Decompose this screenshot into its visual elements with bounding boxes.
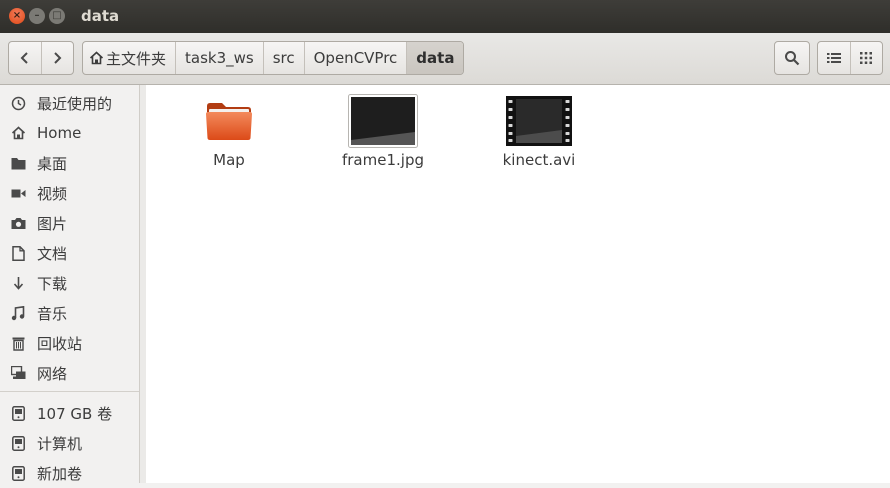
sidebar-item-label: 计算机 [37, 434, 83, 453]
sidebar-item-music[interactable]: 音乐 [0, 298, 139, 328]
camera-icon [10, 217, 26, 230]
breadcrumb-home[interactable]: 主文件夹 [83, 42, 175, 74]
sidebar-item-label: 音乐 [37, 304, 68, 323]
clock-icon [10, 96, 26, 111]
view-mode-switcher [817, 41, 883, 75]
sidebar-item-label: 最近使用的 [37, 94, 113, 113]
sidebar-item-label: 107 GB 卷 [37, 404, 113, 423]
list-icon [826, 53, 841, 63]
history-nav [8, 41, 74, 75]
sidebar: 最近使用的 Home 桌面 视频 图片 文档 下载 音乐 回收站 网络 107 … [0, 85, 140, 483]
sidebar-item-videos[interactable]: 视频 [0, 178, 139, 208]
search-button[interactable] [774, 41, 810, 75]
sidebar-item-new-volume[interactable]: 新加卷 [0, 458, 139, 488]
window-title: data [81, 7, 120, 25]
file-item-frame1-jpg[interactable]: frame1.jpg [323, 93, 443, 169]
chevron-right-icon [54, 52, 62, 64]
breadcrumb-label: data [416, 49, 455, 67]
sidebar-item-label: 桌面 [37, 154, 68, 173]
search-icon [785, 51, 800, 66]
breadcrumb-label: src [272, 49, 295, 67]
sidebar-item-label: 视频 [37, 184, 68, 203]
network-icon [10, 366, 26, 380]
folder-icon [169, 93, 289, 149]
document-icon [10, 245, 26, 261]
breadcrumb-label: task3_ws [185, 49, 254, 67]
maximize-window-button[interactable]: □ [49, 8, 65, 24]
breadcrumb-label: 主文件夹 [106, 49, 167, 68]
breadcrumb-opencvprc[interactable]: OpenCVPrc [303, 42, 407, 74]
file-name: kinect.avi [502, 151, 576, 169]
back-button[interactable] [9, 42, 41, 74]
sidebar-item-label: 图片 [37, 214, 68, 233]
sidebar-item-label: Home [37, 124, 82, 142]
file-name: Map [213, 151, 245, 169]
sidebar-divider [0, 391, 139, 392]
drive-icon [10, 465, 26, 481]
sidebar-item-trash[interactable]: 回收站 [0, 328, 139, 358]
toolbar: 主文件夹 task3_ws src OpenCVPrc data [0, 33, 890, 85]
sidebar-item-network[interactable]: 网络 [0, 358, 139, 388]
grid-view-button[interactable] [849, 42, 883, 74]
sidebar-item-label: 文档 [37, 244, 68, 263]
sidebar-item-pictures[interactable]: 图片 [0, 208, 139, 238]
breadcrumb-label: OpenCVPrc [313, 49, 398, 67]
chevron-left-icon [20, 52, 28, 64]
image-thumbnail-icon [323, 93, 443, 149]
sidebar-item-desktop[interactable]: 桌面 [0, 148, 139, 178]
music-icon [10, 305, 26, 321]
home-icon [89, 51, 104, 65]
sidebar-item-computer[interactable]: 计算机 [0, 428, 139, 458]
close-window-button[interactable]: × [9, 8, 25, 24]
grid-icon [860, 52, 873, 64]
download-icon [10, 276, 26, 291]
sidebar-item-volume-107gb[interactable]: 107 GB 卷 [0, 398, 139, 428]
home-icon [10, 126, 26, 140]
list-view-button[interactable] [818, 42, 850, 74]
sidebar-item-label: 新加卷 [37, 464, 83, 483]
drive-icon [10, 435, 26, 451]
breadcrumb-data[interactable]: data [406, 42, 464, 74]
sidebar-item-home[interactable]: Home [0, 118, 139, 148]
sidebar-item-downloads[interactable]: 下载 [0, 268, 139, 298]
video-film-icon [479, 93, 599, 149]
video-icon [10, 188, 26, 199]
sidebar-item-recent[interactable]: 最近使用的 [0, 88, 139, 118]
breadcrumb-src[interactable]: src [262, 42, 304, 74]
file-item-map[interactable]: Map [169, 93, 289, 169]
minimize-window-button[interactable]: – [29, 8, 45, 24]
breadcrumb: 主文件夹 task3_ws src OpenCVPrc data [82, 41, 465, 75]
file-view: Map frame1.jpg kinect.avi [146, 85, 890, 483]
breadcrumb-task3-ws[interactable]: task3_ws [175, 42, 263, 74]
drive-icon [10, 405, 26, 421]
sidebar-item-documents[interactable]: 文档 [0, 238, 139, 268]
file-item-kinect-avi[interactable]: kinect.avi [479, 93, 599, 169]
title-bar: × – □ data [0, 0, 890, 33]
sidebar-item-label: 回收站 [37, 334, 83, 353]
sidebar-item-label: 下载 [37, 274, 68, 293]
file-name: frame1.jpg [341, 151, 424, 169]
sidebar-item-label: 网络 [37, 364, 68, 383]
folder-icon [10, 157, 26, 170]
trash-icon [10, 336, 26, 351]
forward-button[interactable] [40, 42, 74, 74]
